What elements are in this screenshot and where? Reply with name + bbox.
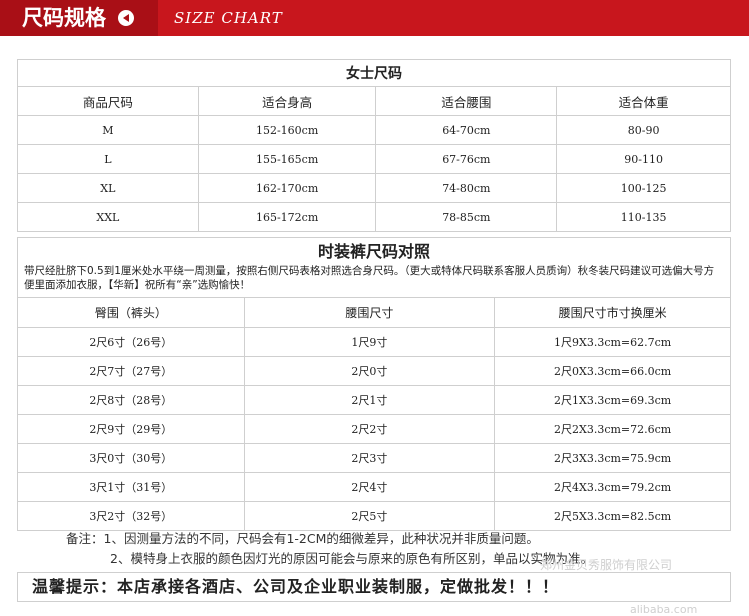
table-cell: 162-170cm [197,173,377,203]
table-cell: 155-165cm [197,144,377,174]
table-row: 2尺7寸（27号） 2尺0寸 2尺0X3.3cm=66.0cm [17,356,731,386]
table-cell: 2尺5寸 [243,501,496,531]
table-cell: 2尺4寸 [243,472,496,502]
table-cell: 2尺2X3.3cm=72.6cm [494,414,731,444]
table-cell: 110-135 [556,202,731,232]
table-cell: XXL [17,202,199,232]
table-cell: 90-110 [556,144,731,174]
table-row: 3尺2寸（32号） 2尺5寸 2尺5X3.3cm=82.5cm [17,501,731,531]
table-cell: 2尺6寸（26号） [17,327,245,357]
table-row: M 152-160cm 64-70cm 80-90 [17,115,731,145]
watermark-company: 郑州金贝秀服饰有限公司 [540,558,673,572]
table-cell: 2尺8寸（28号） [17,385,245,415]
pants-table-title: 时装裤尺码对照 [17,237,731,262]
header-title-cn: 尺码规格 [0,0,158,36]
table-cell: 1尺9寸 [243,327,496,357]
table-cell: 2尺5X3.3cm=82.5cm [494,501,731,531]
table-row: 2尺6寸（26号） 1尺9寸 1尺9X3.3cm=62.7cm [17,327,731,357]
table-cell: XL [17,173,199,203]
table-cell: 80-90 [556,115,731,145]
col-header: 适合腰围 [375,86,558,116]
arrow-circle-icon [118,10,134,26]
table-cell: 2尺0寸 [243,356,496,386]
col-header: 商品尺码 [17,86,199,116]
table-cell: 2尺2寸 [243,414,496,444]
table-cell: 3尺2寸（32号） [17,501,245,531]
table-cell: 3尺1寸（31号） [17,472,245,502]
warm-tip-banner: 温馨提示：本店承接各酒店、公司及企业职业装制服，定做批发！！！ [17,572,731,602]
table-cell: 2尺1寸 [243,385,496,415]
watermark-site: alibaba.com [630,603,698,616]
table-cell: 2尺3X3.3cm=75.9cm [494,443,731,473]
table-cell: 2尺9寸（29号） [17,414,245,444]
col-header: 腰围尺寸市寸换厘米 [494,297,731,328]
table-cell: 2尺7寸（27号） [17,356,245,386]
table-cell: L [17,144,199,174]
table-cell: 67-76cm [375,144,558,174]
col-header: 臀围（裤头） [17,297,245,328]
table-row: XXL 165-172cm 78-85cm 110-135 [17,202,731,232]
table-cell: 1尺9X3.3cm=62.7cm [494,327,731,357]
women-size-table: 女士尺码 商品尺码 适合身高 适合腰围 适合体重 M 152-160cm 64-… [17,59,731,232]
pants-size-table: 时装裤尺码对照 带尺经肚脐下0.5到1厘米处水平绕一周测量，按照右侧尺码表格对照… [17,237,731,531]
table-row: XL 162-170cm 74-80cm 100-125 [17,173,731,203]
col-header: 适合体重 [556,86,731,116]
table-row: 3尺1寸（31号） 2尺4寸 2尺4X3.3cm=79.2cm [17,472,731,502]
pants-table-note: 带尺经肚脐下0.5到1厘米处水平绕一周测量，按照右侧尺码表格对照选合身尺码。（更… [17,262,731,298]
table-cell: 74-80cm [375,173,558,203]
table-cell: 3尺0寸（30号） [17,443,245,473]
remarks: 备注：1、因测量方法的不同，尺码会有1-2CM的细微差异，此种状况并非质量问题。… [66,529,593,569]
table-row: L 155-165cm 67-76cm 90-110 [17,144,731,174]
header-title-en: SIZE CHART [174,9,283,27]
table-cell: 152-160cm [197,115,377,145]
table-row: 2尺9寸（29号） 2尺2寸 2尺2X3.3cm=72.6cm [17,414,731,444]
table-cell: 100-125 [556,173,731,203]
table-cell: 2尺0X3.3cm=66.0cm [494,356,731,386]
table-cell: 165-172cm [197,202,377,232]
header-bar: 尺码规格 SIZE CHART [0,0,749,36]
col-header: 适合身高 [197,86,377,116]
table-cell: 2尺3寸 [243,443,496,473]
table-cell: M [17,115,199,145]
col-header: 腰围尺寸 [243,297,496,328]
table-row: 3尺0寸（30号） 2尺3寸 2尺3X3.3cm=75.9cm [17,443,731,473]
remark-line-1: 备注：1、因测量方法的不同，尺码会有1-2CM的细微差异，此种状况并非质量问题。 [66,531,539,546]
table-cell: 2尺4X3.3cm=79.2cm [494,472,731,502]
table-cell: 64-70cm [375,115,558,145]
table-cell: 2尺1X3.3cm=69.3cm [494,385,731,415]
women-table-title: 女士尺码 [17,59,731,87]
table-cell: 78-85cm [375,202,558,232]
table-row: 2尺8寸（28号） 2尺1寸 2尺1X3.3cm=69.3cm [17,385,731,415]
remark-line-2: 2、模特身上衣服的颜色因灯光的原因可能会与原来的原色有所区别，单品以实物为准。 [110,551,593,566]
